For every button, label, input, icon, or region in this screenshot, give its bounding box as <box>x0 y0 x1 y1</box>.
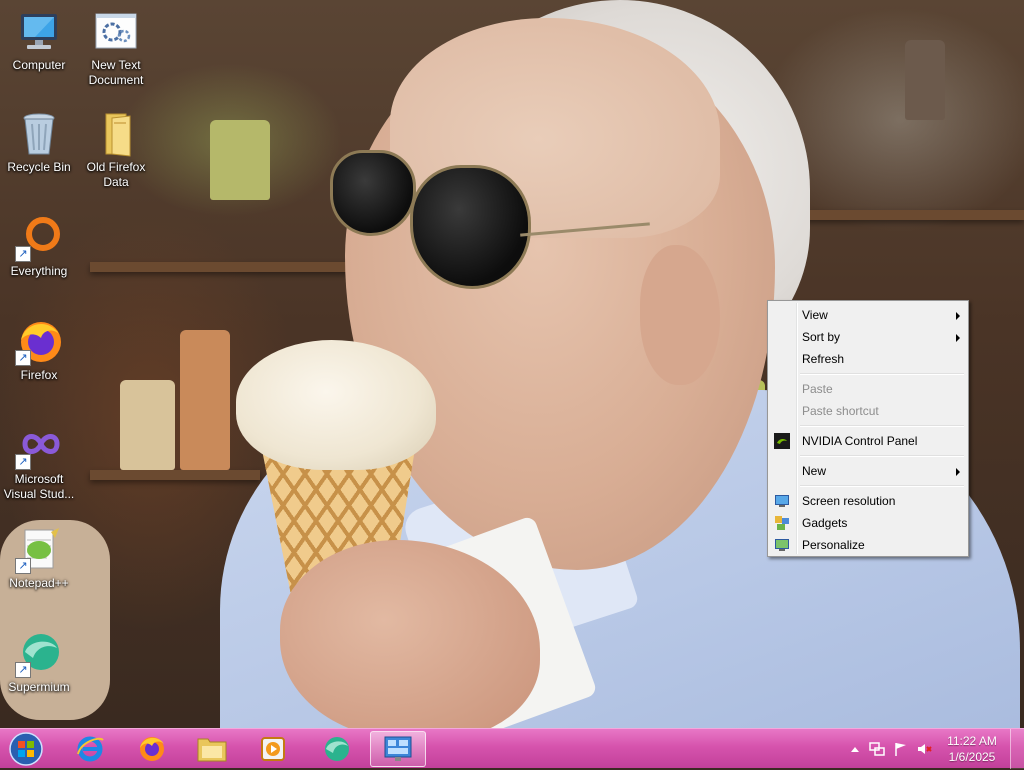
wallpaper-ice-cream <box>236 340 436 470</box>
recycle-bin-icon <box>15 110 63 158</box>
show-desktop-button[interactable] <box>1010 729 1024 769</box>
computer-icon <box>15 8 63 56</box>
start-button[interactable] <box>6 731 46 767</box>
wallpaper-shelf <box>90 262 360 272</box>
media-player-icon <box>261 737 285 761</box>
show-hidden-icons-icon[interactable] <box>847 742 863 756</box>
desktop-context-menu: View Sort by Refresh Paste Paste shortcu… <box>767 300 969 557</box>
taskbar-file-explorer[interactable] <box>184 731 240 767</box>
folder-icon <box>197 738 227 762</box>
menu-item-label: Paste <box>802 382 833 396</box>
wallpaper-bottle <box>905 40 945 120</box>
menu-item-paste-shortcut[interactable]: Paste shortcut <box>770 400 966 422</box>
desktop-icon-recycle-bin[interactable]: Recycle Bin <box>0 110 78 175</box>
desktop-icon-label: Firefox <box>20 368 58 382</box>
menu-item-personalize[interactable]: Personalize <box>770 534 966 556</box>
taskbar: 11:22 AM 1/6/2025 <box>0 728 1024 769</box>
notepad-plus-plus-icon: ↗ <box>15 526 63 574</box>
shortcut-arrow-icon: ↗ <box>15 662 31 678</box>
submenu-arrow-icon <box>956 468 960 476</box>
desktop-icon-label: Computer <box>12 58 66 72</box>
clock-date: 1/6/2025 <box>948 750 996 764</box>
system-clock[interactable]: 11:22 AM 1/6/2025 <box>938 733 1006 765</box>
submenu-arrow-icon <box>956 312 960 320</box>
monitor-icon <box>774 493 790 509</box>
desktop-icon-notepad-plus-plus[interactable]: ↗ Notepad++ <box>0 526 78 591</box>
menu-item-screen-resolution[interactable]: Screen resolution <box>770 490 966 512</box>
menu-item-label: Sort by <box>802 330 841 344</box>
gadgets-icon <box>774 515 790 531</box>
menu-separator <box>800 485 964 487</box>
shortcut-arrow-icon: ↗ <box>15 350 31 366</box>
menu-item-nvidia-control-panel[interactable]: NVIDIA Control Panel <box>770 430 966 452</box>
taskbar-media-player[interactable] <box>245 731 301 767</box>
menu-item-gadgets[interactable]: Gadgets <box>770 512 966 534</box>
menu-item-sort-by[interactable]: Sort by <box>770 326 966 348</box>
desktop-icon-label: Supermium <box>8 680 70 694</box>
desktop-icon-firefox[interactable]: ↗ Firefox <box>0 318 78 383</box>
wallpaper-ear <box>640 245 720 385</box>
desktop-icon-computer[interactable]: Computer <box>0 8 78 73</box>
taskbar-supermium[interactable] <box>308 731 364 767</box>
visual-studio-icon: ↗ <box>15 422 63 470</box>
wallpaper-bottle <box>180 330 230 470</box>
desktop-icon-label: New Text Document <box>88 58 144 87</box>
menu-item-label: NVIDIA Control Panel <box>802 434 918 448</box>
personalize-icon <box>774 537 790 553</box>
menu-item-label: Gadgets <box>802 516 848 530</box>
desktop-icon-label: Microsoft Visual Stud... <box>3 472 75 501</box>
volume-muted-icon[interactable] <box>917 742 933 756</box>
control-panel-icon <box>384 736 412 761</box>
wallpaper-shelf <box>800 210 1024 220</box>
shortcut-arrow-icon: ↗ <box>15 454 31 470</box>
text-document-icon <box>92 8 140 56</box>
menu-item-label: New <box>802 464 827 478</box>
wallpaper-bottle <box>120 380 175 470</box>
desktop-icon-label: Recycle Bin <box>7 160 71 174</box>
internet-explorer-icon <box>77 736 104 762</box>
desktop-icon-label: Everything <box>10 264 68 278</box>
desktop-icon-visual-studio[interactable]: ↗ Microsoft Visual Stud... <box>0 422 78 502</box>
taskbar-firefox[interactable] <box>123 731 179 767</box>
taskbar-control-panel-window[interactable] <box>370 731 426 767</box>
desktop-icon-label: Notepad++ <box>9 576 69 590</box>
nvidia-icon <box>774 433 790 449</box>
menu-item-label: View <box>802 308 828 322</box>
menu-separator <box>800 455 964 457</box>
menu-separator <box>800 373 964 375</box>
menu-item-paste[interactable]: Paste <box>770 378 966 400</box>
menu-item-new[interactable]: New <box>770 460 966 482</box>
everything-search-icon: ↗ <box>15 214 63 262</box>
wallpaper-shelf <box>90 470 260 480</box>
menu-item-label: Personalize <box>802 538 865 552</box>
taskbar-internet-explorer[interactable] <box>62 731 118 767</box>
desktop-icon-label: Old Firefox Data <box>86 160 146 189</box>
menu-item-label: Paste shortcut <box>802 404 879 418</box>
firefox-icon <box>140 737 164 761</box>
menu-item-label: Refresh <box>802 352 845 366</box>
menu-item-label: Screen resolution <box>802 494 896 508</box>
supermium-icon: ↗ <box>15 630 63 678</box>
menu-item-refresh[interactable]: Refresh <box>770 348 966 370</box>
menu-separator <box>800 425 964 427</box>
firefox-icon: ↗ <box>15 318 63 366</box>
desktop-icon-supermium[interactable]: ↗ Supermium <box>0 630 78 695</box>
submenu-arrow-icon <box>956 334 960 342</box>
wallpaper-bottle <box>210 120 270 200</box>
wallpaper-sunglass-lens <box>410 165 531 289</box>
shortcut-arrow-icon: ↗ <box>15 246 31 262</box>
network-icon[interactable] <box>869 742 885 756</box>
folder-icon <box>92 110 140 158</box>
action-center-flag-icon[interactable] <box>893 742 909 756</box>
shortcut-arrow-icon: ↗ <box>15 558 31 574</box>
supermium-icon <box>325 737 349 761</box>
menu-item-view[interactable]: View <box>770 304 966 326</box>
desktop-icon-new-text-document[interactable]: New Text Document <box>77 8 155 88</box>
windows-orb-icon <box>9 732 43 766</box>
clock-time: 11:22 AM <box>947 734 997 748</box>
desktop-icon-everything[interactable]: ↗ Everything <box>0 214 78 279</box>
desktop-icon-old-firefox-data[interactable]: Old Firefox Data <box>77 110 155 190</box>
